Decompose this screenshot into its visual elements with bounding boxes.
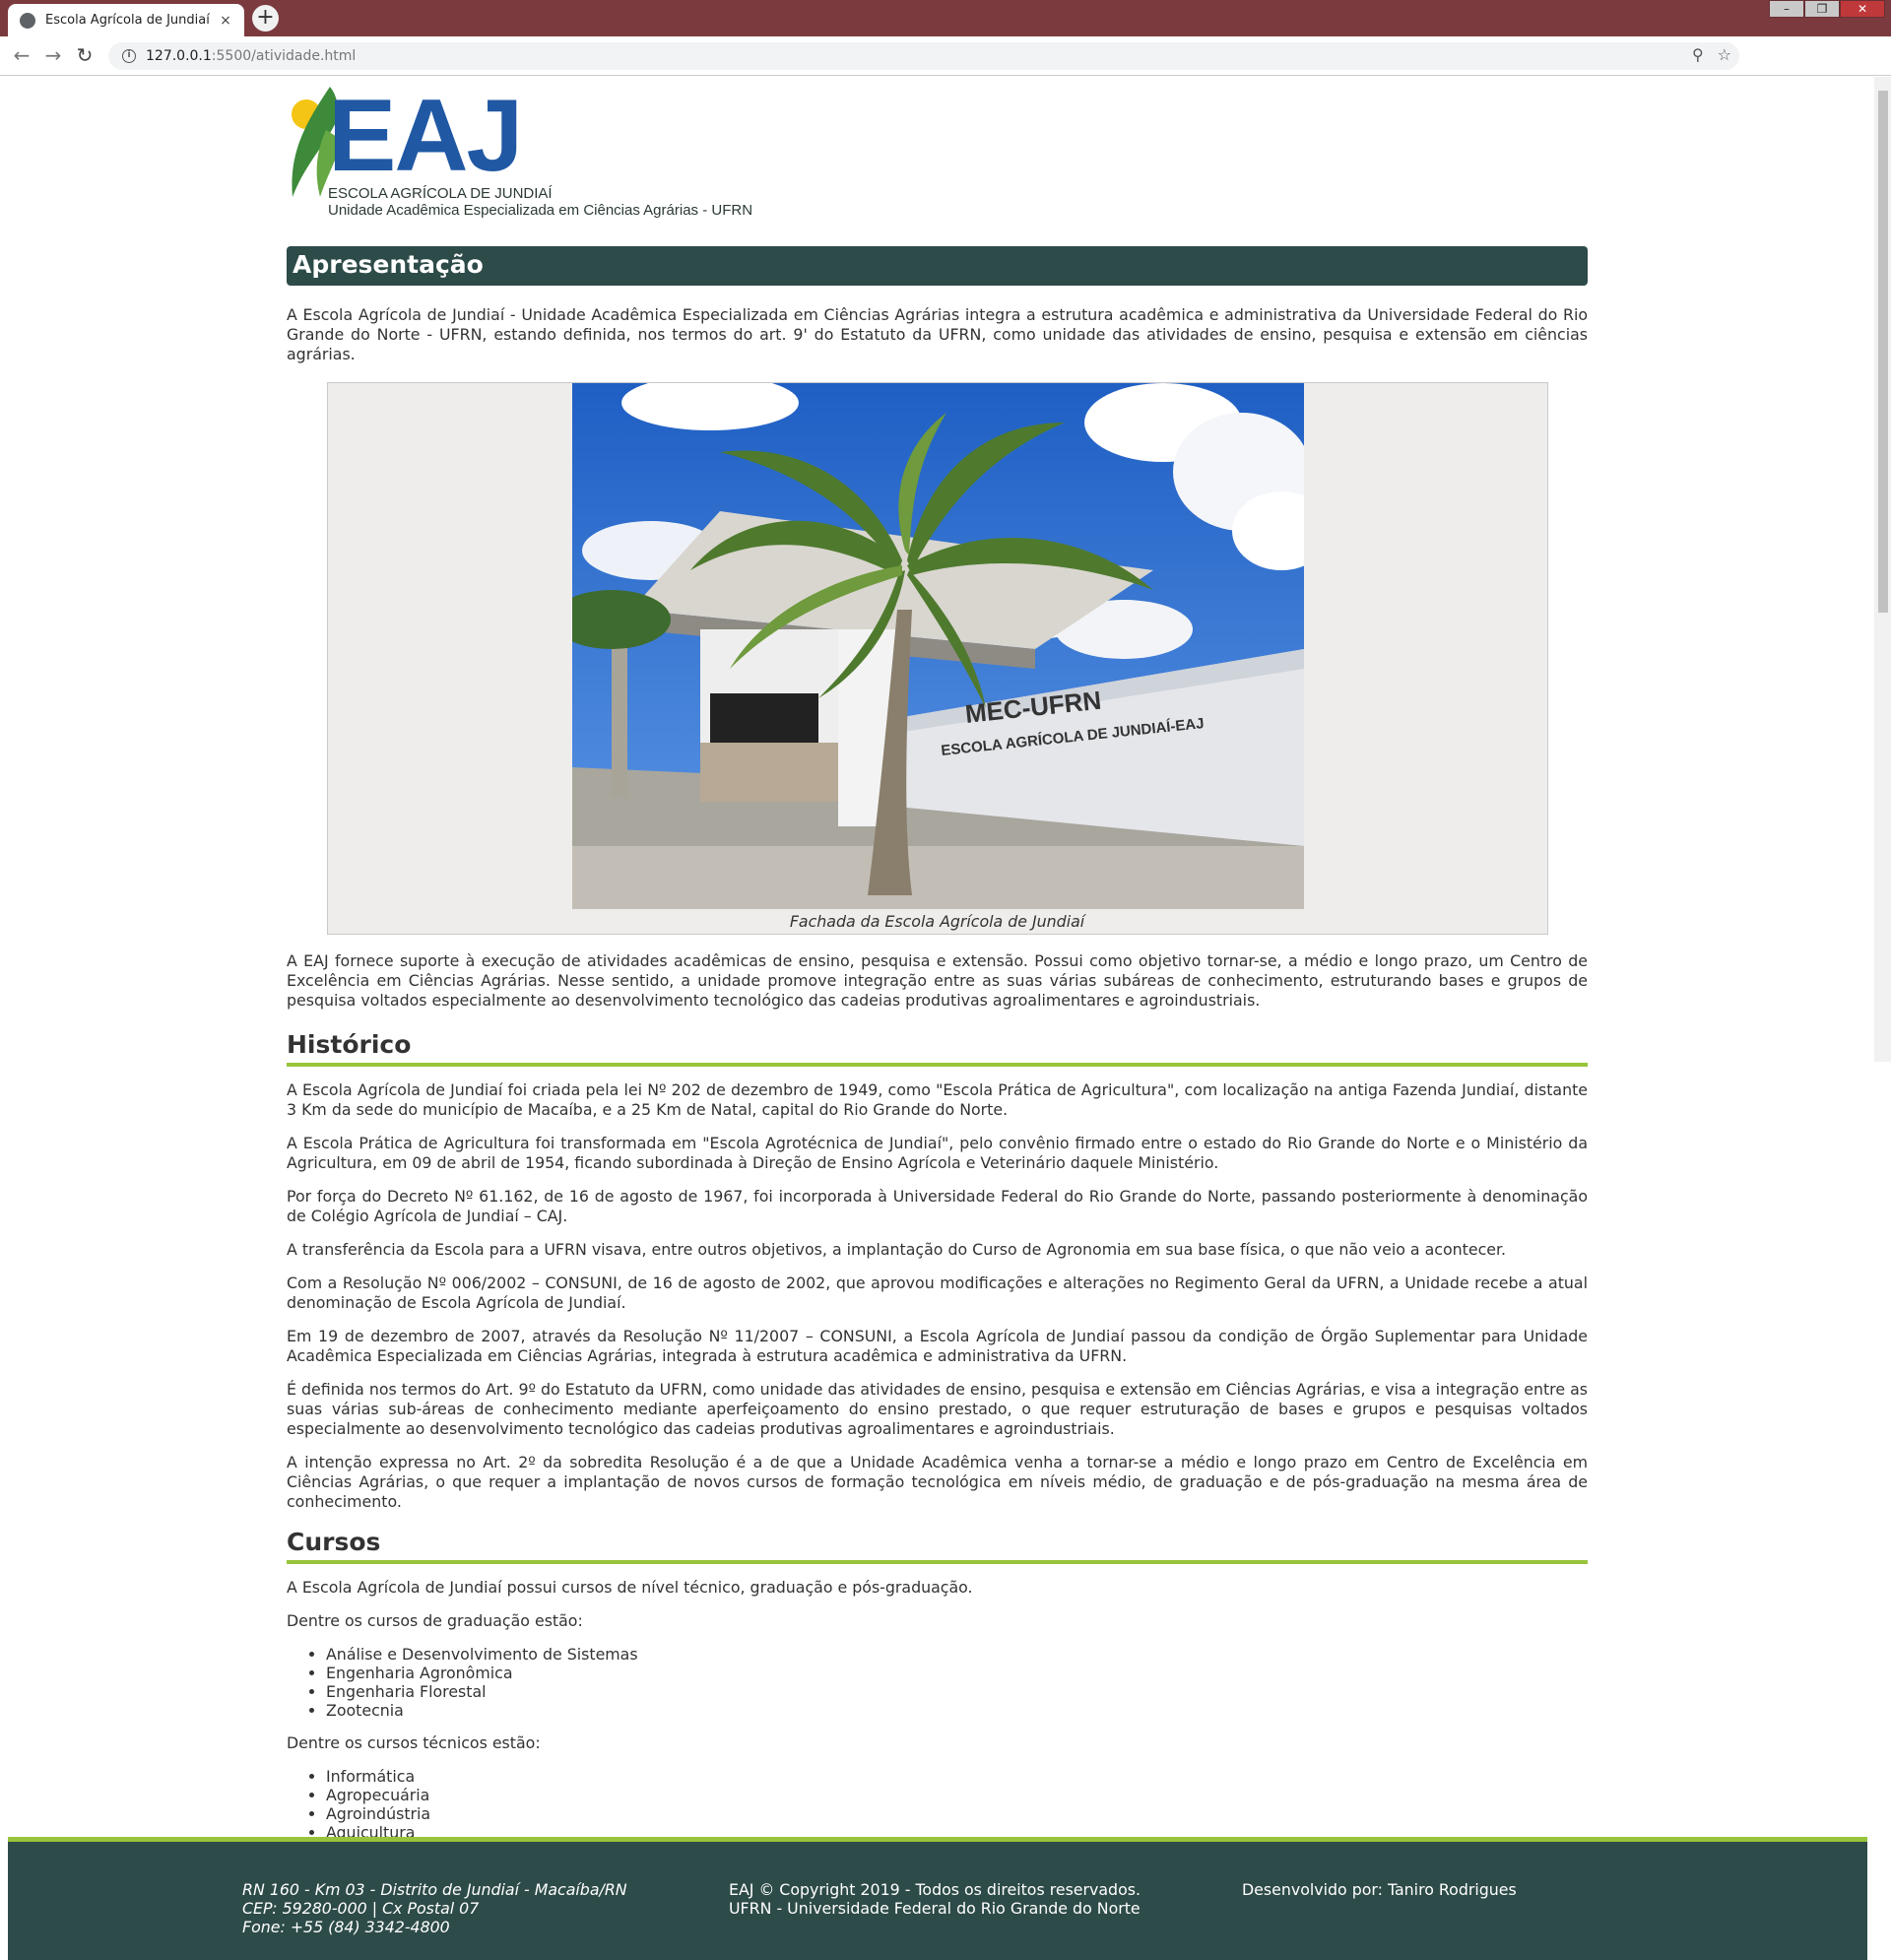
historico-paragraph: A Escola Prática de Agricultura foi tran… (287, 1134, 1588, 1172)
new-tab-button[interactable]: + (252, 5, 279, 32)
list-item: Zootecnia (326, 1701, 1588, 1720)
omnibox-icons: ⚲ ☆ (1692, 45, 1731, 64)
page-content: EAJ ESCOLA AGRÍCOLA DE JUNDIAÍ Unidade A… (287, 77, 1588, 1842)
facade-image: MEC-UFRN ESCOLA AGRÍCOLA DE JUNDIAÍ-EAJ (571, 383, 1304, 909)
page-scrollbar[interactable] (1874, 77, 1891, 1062)
photo-caption: Fachada da Escola Agrícola de Jundiaí (789, 912, 1085, 931)
historico-paragraph: A transferência da Escola para a UFRN vi… (287, 1240, 1507, 1259)
logo-unit-name: Unidade Acadêmica Especializada em Ciênc… (328, 202, 753, 219)
cursos-intro: A Escola Agrícola de Jundiaí possui curs… (287, 1578, 973, 1597)
footer-copyright-line: EAJ © Copyright 2019 - Todos os direitos… (729, 1880, 1141, 1899)
historico-paragraph: É definida nos termos do Art. 9º do Esta… (287, 1380, 1588, 1438)
historico-paragraph: Em 19 de dezembro de 2007, através da Re… (287, 1327, 1588, 1365)
address-bar: ← → ↻ i 127.0.0.1:5500/atividade.html ⚲ … (0, 36, 1891, 76)
list-item: Agroindústria (326, 1804, 1588, 1823)
footer-cep-line: CEP: 59280-000 | Cx Postal 07 (242, 1899, 480, 1918)
zoom-icon[interactable]: ⚲ (1692, 45, 1704, 64)
graduacao-list: Análise e Desenvolvimento de Sistemas En… (326, 1645, 1588, 1720)
logo-letters: EAJ (328, 79, 523, 193)
forward-arrow-icon[interactable]: → (41, 44, 65, 66)
close-window-button[interactable]: ✕ (1840, 0, 1885, 18)
list-item: Engenharia Agronômica (326, 1664, 1588, 1682)
historico-heading: Histórico (287, 1030, 1588, 1067)
restore-button[interactable]: ❐ (1804, 0, 1840, 18)
info-icon[interactable]: i (122, 49, 136, 63)
url-path: :5500/atividade.html (211, 48, 357, 64)
minimize-button[interactable]: – (1769, 0, 1804, 18)
cursos-heading: Cursos (287, 1528, 1588, 1564)
scrollbar-thumb[interactable] (1878, 91, 1888, 613)
footer-developer: Desenvolvido por: Taniro Rodrigues (1242, 1880, 1517, 1899)
historico-paragraph: Por força do Decreto Nº 61.162, de 16 de… (287, 1187, 1588, 1225)
url-input[interactable]: i 127.0.0.1:5500/atividade.html ⚲ ☆ (108, 42, 1739, 70)
url-text: 127.0.0.1:5500/atividade.html (146, 48, 356, 64)
browser-titlebar: Escola Agrícola de Jundiaí × + – ❐ ✕ (0, 0, 1891, 36)
logo-school-name: ESCOLA AGRÍCOLA DE JUNDIAÍ (328, 185, 553, 202)
tab-close-icon[interactable]: × (217, 13, 234, 29)
globe-icon (20, 12, 35, 29)
footer-address-line: RN 160 - Km 03 - Distrito de Jundiaí - M… (242, 1880, 627, 1899)
bookmark-star-icon[interactable]: ☆ (1718, 45, 1731, 64)
list-item: Análise e Desenvolvimento de Sistemas (326, 1645, 1588, 1664)
list-item: Informática (326, 1767, 1588, 1786)
footer-address: RN 160 - Km 03 - Distrito de Jundiaí - M… (242, 1880, 627, 1936)
list-item: Agropecuária (326, 1786, 1588, 1804)
page-title: Apresentação (287, 246, 1588, 286)
historico-paragraph: Com a Resolução Nº 006/2002 – CONSUNI, d… (287, 1274, 1588, 1312)
photo-figure: MEC-UFRN ESCOLA AGRÍCOLA DE JUNDIAÍ-EAJ (326, 382, 1548, 935)
tab-title: Escola Agrícola de Jundiaí (45, 13, 210, 28)
window-controls: – ❐ ✕ (1769, 0, 1885, 18)
footer-phone-line: Fone: +55 (84) 3342-4800 (242, 1918, 450, 1936)
tecnicos-list: Informática Agropecuária Agroindústria A… (326, 1767, 1588, 1842)
graduacao-label: Dentre os cursos de graduação estão: (287, 1611, 583, 1630)
cursos-section: A Escola Agrícola de Jundiaí possui curs… (287, 1578, 1588, 1842)
eaj-objective-paragraph: A EAJ fornece suporte à execução de ativ… (287, 951, 1588, 1010)
url-host: 127.0.0.1 (146, 48, 212, 64)
reload-icon[interactable]: ↻ (73, 44, 97, 66)
intro-paragraph: A Escola Agrícola de Jundiaí - Unidade A… (287, 305, 1588, 363)
page-footer: RN 160 - Km 03 - Distrito de Jundiaí - M… (8, 1837, 1867, 1960)
browser-tab[interactable]: Escola Agrícola de Jundiaí × (8, 4, 244, 36)
list-item: Engenharia Florestal (326, 1682, 1588, 1701)
facade-photo: MEC-UFRN ESCOLA AGRÍCOLA DE JUNDIAÍ-EAJ (571, 383, 1304, 909)
eaj-logo[interactable]: EAJ ESCOLA AGRÍCOLA DE JUNDIAÍ Unidade A… (287, 77, 1588, 225)
back-arrow-icon[interactable]: ← (10, 44, 33, 66)
footer-copyright: EAJ © Copyright 2019 - Todos os direitos… (729, 1880, 1141, 1918)
historico-section: A Escola Agrícola de Jundiaí foi criada … (287, 1080, 1588, 1512)
historico-paragraph: A Escola Agrícola de Jundiaí foi criada … (287, 1080, 1588, 1119)
historico-paragraph: A intenção expressa no Art. 2º da sobred… (287, 1453, 1588, 1511)
footer-ufrn-line: UFRN - Universidade Federal do Rio Grand… (729, 1899, 1141, 1918)
tecnicos-label: Dentre os cursos técnicos estão: (287, 1733, 541, 1752)
